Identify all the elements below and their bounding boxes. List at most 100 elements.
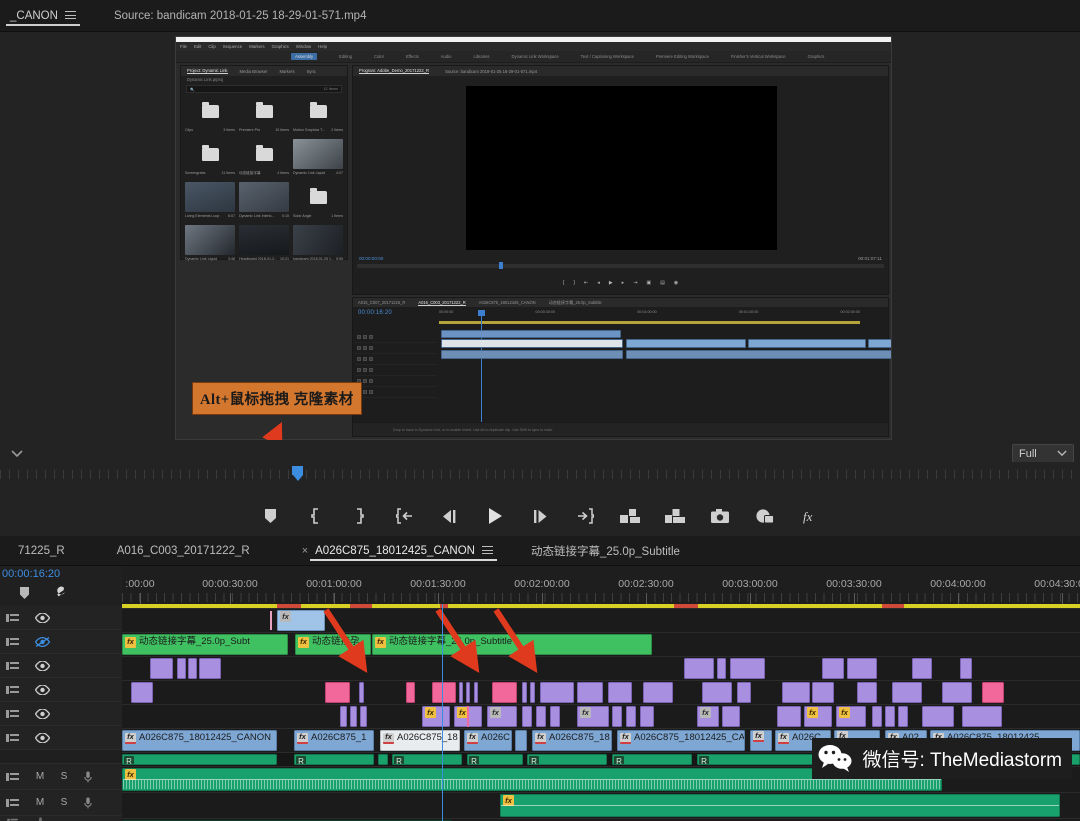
track-visibility-icon[interactable] <box>28 732 56 743</box>
inner-tab-media-browser[interactable]: Media Browser <box>240 69 268 74</box>
inner-menu-window[interactable]: Window <box>296 44 311 49</box>
timeline-clip[interactable]: fx <box>487 706 517 727</box>
track-sync-lock-icon[interactable] <box>6 685 28 695</box>
timeline-clip-selected[interactable] <box>982 682 1004 703</box>
bin-item[interactable]: Motion Graphics T... 2 Items <box>293 96 343 136</box>
inner-overwrite-icon[interactable]: ▤ <box>660 280 665 286</box>
timeline-clip[interactable] <box>360 706 367 727</box>
inner-play-icon[interactable]: ▶ <box>609 280 613 286</box>
add-marker-button[interactable] <box>259 505 281 527</box>
timeline-ruler[interactable]: :00:00 00:00:30:00 00:01:00:00 00:01:30:… <box>122 578 1080 604</box>
timeline-playhead[interactable] <box>442 604 443 821</box>
inner-project-panel[interactable]: Project: Dynamic Link Media Browser Mark… <box>180 65 348 261</box>
render-clip[interactable]: R <box>697 754 825 765</box>
inner-menu-markers[interactable]: Markers <box>249 44 265 49</box>
source-monitor-viewer[interactable]: File Edit Clip Sequence Markers Graphics… <box>0 32 1080 548</box>
sequence-tab-0[interactable]: 71225_R <box>6 536 77 566</box>
timeline-clip[interactable]: fx 动态链接字幕_25.0p_Subtitle <box>372 634 652 655</box>
timeline-clip[interactable] <box>199 658 221 679</box>
track-a2[interactable]: fx <box>122 793 1080 819</box>
timeline-clip-selected[interactable] <box>432 682 456 703</box>
timeline-tracks-area[interactable]: fx fx 动态链接字幕_25.0p_Subt fx 动态链接孕 fx 动态链接字幕_… <box>122 604 1080 821</box>
timeline-clip[interactable] <box>131 682 153 703</box>
timeline-clip[interactable] <box>515 730 527 751</box>
render-clip[interactable]: R <box>467 754 523 765</box>
bin-item[interactable]: Screengrabs 11 Items <box>185 139 235 179</box>
workspace-editing[interactable]: Editing <box>339 54 352 59</box>
play-stop-button[interactable] <box>484 505 506 527</box>
track-visibility-icon[interactable] <box>28 612 56 623</box>
timeline-clip[interactable]: fx A026C875_1 <box>294 730 374 751</box>
timeline-clip[interactable] <box>912 658 932 679</box>
microphone-icon[interactable] <box>76 771 100 783</box>
step-back-button[interactable] <box>439 505 461 527</box>
workspace-premiere-editing[interactable]: Premiere Editing Workspace <box>656 54 709 59</box>
inner-menu-edit[interactable]: Edit <box>194 44 201 49</box>
timeline-clip[interactable] <box>822 658 844 679</box>
track-visibility-icon[interactable] <box>28 636 56 647</box>
inner-menu-clip[interactable]: Clip <box>208 44 215 49</box>
wrench-icon[interactable] <box>53 586 66 604</box>
track-header-v4[interactable] <box>0 606 122 630</box>
inner-timeline-workarea-bar[interactable] <box>439 321 860 324</box>
playback-resolution-dropdown[interactable]: Full <box>1012 444 1074 463</box>
inner-clip-dragging[interactable] <box>441 330 621 338</box>
inner-project-search[interactable]: 🔍 12 Items <box>186 85 342 93</box>
timeline-clip[interactable] <box>608 682 632 703</box>
timeline-clip[interactable] <box>857 682 877 703</box>
insert-button[interactable] <box>619 505 641 527</box>
inner-track-header[interactable] <box>355 332 437 343</box>
timeline-clip[interactable] <box>898 706 908 727</box>
timeline-clip[interactable]: fx 动态链接孕 <box>295 634 371 655</box>
timeline-clip[interactable]: fx <box>277 610 325 631</box>
track-header-v2[interactable] <box>0 654 122 678</box>
timeline-clip[interactable] <box>892 682 922 703</box>
render-clip[interactable]: R <box>294 754 374 765</box>
timeline-clip[interactable] <box>737 682 751 703</box>
inner-insert-icon[interactable]: ▣ <box>646 280 651 286</box>
timeline-clip[interactable] <box>359 682 364 703</box>
timeline-clip[interactable] <box>340 706 347 727</box>
timeline-clip[interactable] <box>540 682 574 703</box>
track-header-a2[interactable]: M S <box>0 790 122 816</box>
render-clip[interactable]: R <box>122 754 277 765</box>
timeline-clip-selected[interactable] <box>406 682 415 703</box>
timeline-clip[interactable] <box>350 706 357 727</box>
track-header-a1[interactable]: M S <box>0 764 122 790</box>
timeline-clip[interactable] <box>466 682 470 703</box>
timeline-clip[interactable] <box>872 706 882 727</box>
track-v4[interactable]: fx <box>122 609 1080 633</box>
inner-camera-icon[interactable]: ◉ <box>674 280 678 286</box>
track-sync-lock-icon[interactable] <box>6 637 28 647</box>
timeline-clip[interactable] <box>177 658 186 679</box>
marker-icon[interactable] <box>20 586 29 604</box>
sequence-tab-1[interactable]: A016_C003_20171222_R <box>105 536 262 566</box>
inner-seqtab-2[interactable]: A026C875_18012425_CANON <box>479 300 536 305</box>
workspace-finishers[interactable]: Finisher's Vertical Workspace <box>731 54 786 59</box>
inner-track-header[interactable] <box>355 343 437 354</box>
inner-seqtab-0[interactable]: A015_C007_20171225_R <box>358 300 405 305</box>
panel-menu-icon[interactable] <box>64 11 76 20</box>
track-mute-button[interactable]: M <box>28 771 52 782</box>
inner-menu-graphics[interactable]: Graphics <box>272 44 289 49</box>
inner-timeline-playhead[interactable] <box>478 310 485 432</box>
inner-program-playhead[interactable] <box>499 262 504 269</box>
render-clip[interactable] <box>378 754 388 765</box>
timeline-clip[interactable]: fx A026C875_18 <box>380 730 460 751</box>
track-visibility-icon[interactable] <box>28 660 56 671</box>
inner-track-header[interactable] <box>355 387 437 398</box>
track-sync-lock-icon[interactable] <box>6 818 28 821</box>
track-sync-lock-icon[interactable] <box>6 733 28 743</box>
inner-track-header[interactable] <box>355 365 437 376</box>
go-to-out-button[interactable] <box>574 505 596 527</box>
timeline-clip[interactable] <box>717 658 726 679</box>
inner-step-back-icon[interactable]: ◂ <box>597 280 600 286</box>
panel-menu-icon[interactable] <box>481 546 493 555</box>
inner-track-header[interactable] <box>355 376 437 387</box>
timeline-timecode[interactable]: 00:00:16:20 <box>0 568 60 580</box>
timeline-clip[interactable] <box>812 682 834 703</box>
timeline-clip[interactable] <box>640 706 654 727</box>
bin-item[interactable]: Headboard 2018-01-2... 10:21 <box>239 225 289 265</box>
workspace-color[interactable]: Color <box>374 54 384 59</box>
inner-tab-sync[interactable]: Sync <box>307 69 316 74</box>
